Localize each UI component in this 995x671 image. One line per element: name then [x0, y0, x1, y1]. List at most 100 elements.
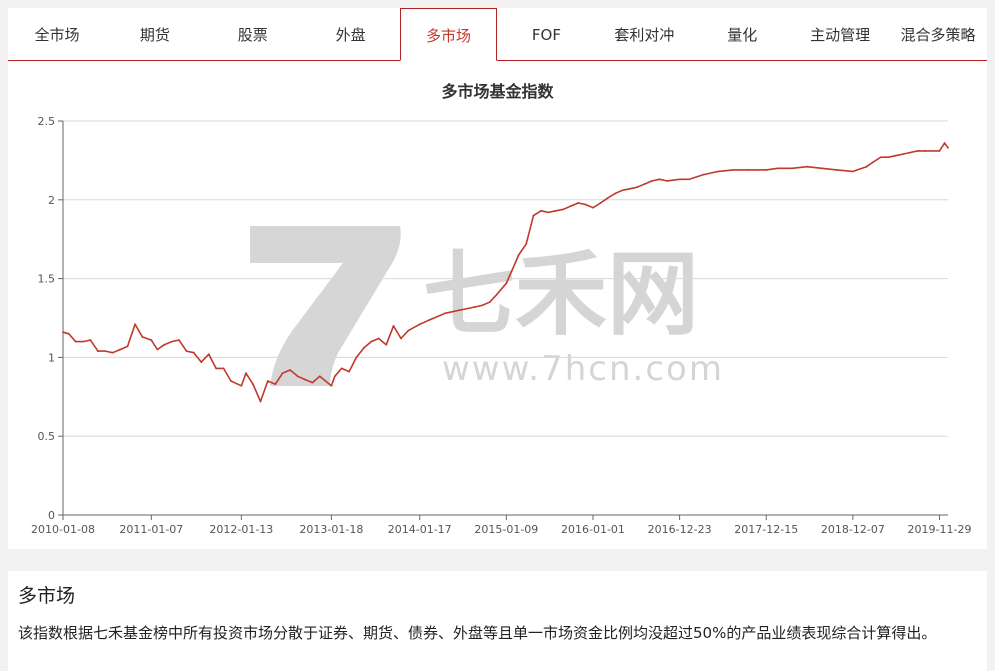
x-tick-label: 2016-01-01 — [561, 523, 625, 536]
y-tick-label: 0 — [48, 509, 55, 522]
data-point — [872, 161, 875, 163]
data-point — [126, 345, 129, 348]
data-point — [363, 347, 365, 349]
data-point — [392, 324, 395, 327]
data-point — [887, 156, 889, 159]
data-point — [170, 340, 173, 343]
data-point — [82, 340, 85, 343]
watermark-url: www.7hcn.com — [442, 349, 724, 389]
data-point — [481, 304, 483, 307]
x-tick-labels: 2010-01-08 2011-01-07 2012-01-13 2013-01-18… — [31, 515, 971, 536]
data-point — [717, 170, 720, 173]
data-point — [540, 209, 542, 212]
x-tick-label: 2016-12-23 — [648, 523, 712, 536]
data-point — [636, 186, 639, 189]
data-point — [407, 329, 410, 332]
data-point — [532, 214, 535, 217]
data-point — [429, 318, 432, 321]
data-point — [651, 179, 654, 182]
data-point — [97, 350, 99, 352]
data-point — [614, 192, 616, 195]
data-point — [119, 348, 122, 351]
data-point — [185, 350, 188, 352]
data-point — [104, 350, 107, 352]
y-tick-label: 1.5 — [38, 273, 56, 286]
x-tick-label: 2010-01-08 — [31, 523, 95, 536]
data-point — [791, 167, 794, 170]
x-tick-label: 2018-12-07 — [821, 523, 885, 536]
data-point — [747, 168, 749, 171]
data-point — [274, 383, 277, 386]
watermark: 七禾网www.7hcn.com — [250, 226, 724, 389]
data-point — [330, 384, 333, 387]
data-point — [599, 202, 602, 204]
data-point — [111, 351, 114, 354]
data-point — [318, 375, 321, 378]
data-point — [134, 323, 136, 326]
data-point — [505, 282, 508, 285]
data-point — [835, 168, 838, 171]
data-point — [163, 343, 166, 346]
data-point — [340, 367, 343, 370]
y-tick-label: 2.5 — [38, 115, 56, 128]
description-text: 该指数根据七禾基金榜中所有投资市场分散于证券、期货、债券、外盘等且单一市场资金比… — [18, 624, 937, 642]
description-panel: 多市场 该指数根据七禾基金榜中所有投资市场分散于证券、期货、债券、外盘等且单一市… — [8, 571, 987, 671]
data-point — [525, 243, 528, 245]
data-point — [702, 173, 705, 176]
data-point — [554, 209, 557, 212]
chart-panel: 全市场 期货 股票 外盘 多市场 FOF 套利对冲 量化 主动管理 混合多策略 … — [8, 8, 987, 549]
data-point — [517, 254, 520, 256]
data-point — [377, 337, 380, 340]
data-point — [658, 178, 661, 181]
data-point — [444, 312, 446, 315]
x-tick-label: 2017-12-15 — [734, 523, 798, 536]
data-point — [385, 343, 388, 346]
x-tick-label: 2014-01-17 — [388, 523, 452, 536]
data-point — [732, 168, 735, 171]
x-tick-label: 2013-01-18 — [299, 523, 363, 536]
data-point — [62, 331, 64, 334]
data-point — [584, 203, 587, 206]
data-point — [688, 178, 691, 181]
data-point — [230, 380, 232, 382]
data-point — [458, 309, 461, 312]
data-point — [606, 197, 609, 200]
data-point — [418, 323, 421, 326]
x-tick-label: 2015-01-09 — [474, 523, 538, 536]
data-point — [192, 351, 195, 354]
data-point — [304, 378, 306, 381]
data-point — [89, 339, 92, 341]
data-point — [678, 178, 681, 181]
data-point — [806, 165, 808, 168]
data-point — [917, 150, 919, 152]
data-point — [74, 340, 77, 343]
line-chart: 七禾网www.7hcn.com 00.511.522.5 2010-01-08 2… — [31, 115, 971, 536]
data-point — [281, 372, 284, 375]
data-point — [511, 269, 513, 272]
data-point — [666, 179, 668, 182]
data-point — [156, 348, 159, 351]
watermark-logo-dot — [383, 288, 423, 328]
data-point — [355, 356, 358, 359]
data-point — [245, 372, 247, 375]
data-point — [628, 187, 631, 190]
y-tick-label: 1 — [48, 351, 55, 364]
data-point — [252, 383, 254, 386]
data-point — [776, 167, 779, 170]
data-point — [765, 168, 768, 171]
data-point — [333, 375, 336, 378]
data-point — [938, 150, 941, 152]
data-point — [178, 339, 180, 341]
data-point — [150, 339, 153, 341]
data-point — [879, 156, 882, 159]
data-point — [569, 205, 572, 208]
y-tick-label: 2 — [48, 194, 55, 207]
data-point — [495, 293, 498, 296]
data-point — [289, 369, 292, 371]
data-point — [473, 306, 476, 308]
x-tick-label: 2012-01-13 — [209, 523, 273, 536]
data-point — [240, 384, 243, 387]
data-point — [894, 154, 897, 157]
data-point — [296, 375, 299, 378]
data-point — [259, 400, 262, 403]
